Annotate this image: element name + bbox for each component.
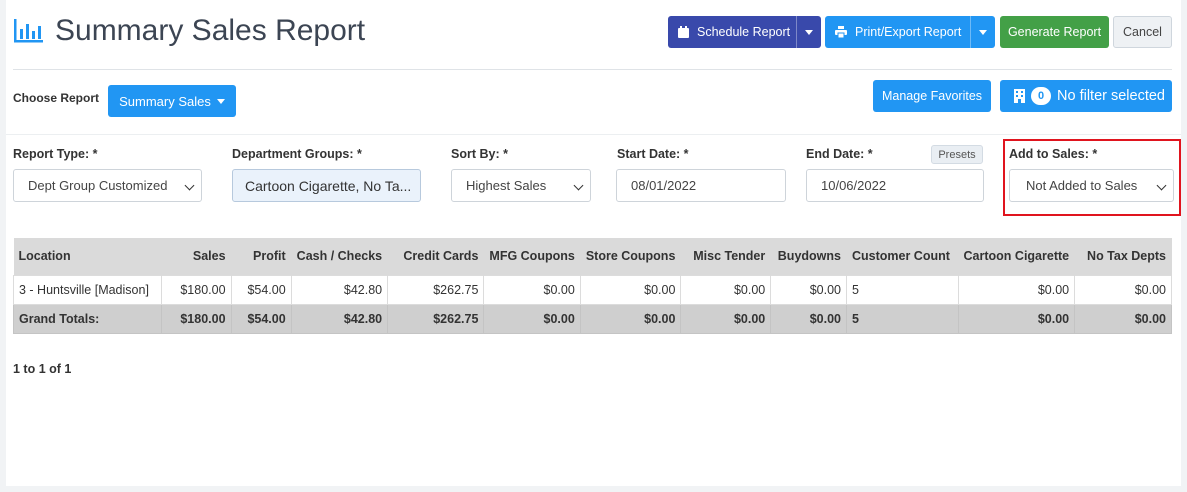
building-icon xyxy=(1014,89,1025,103)
print-export-button[interactable]: Print/Export Report xyxy=(825,16,995,48)
sort-by-label: Sort By: * xyxy=(451,147,508,161)
report-selector-label: Summary Sales xyxy=(119,93,211,109)
filter-divider xyxy=(6,134,1181,135)
chevron-down-icon xyxy=(184,180,195,191)
caret-down-icon xyxy=(979,29,987,35)
printer-icon xyxy=(835,26,847,38)
department-groups-select[interactable]: Cartoon Cigarette, No Ta... xyxy=(232,169,421,202)
department-groups-label: Department Groups: * xyxy=(232,147,362,161)
column-header[interactable]: Customer Count xyxy=(846,238,959,275)
total-cell: 5 xyxy=(845,303,959,334)
table-cell: $0.00 xyxy=(957,274,1076,305)
column-header[interactable]: Buydowns xyxy=(770,238,847,275)
filter-count-badge: 0 xyxy=(1031,87,1051,105)
table-cell: $0.00 xyxy=(1074,274,1172,305)
presets-button[interactable]: Presets xyxy=(931,145,983,164)
report-panel: Summary Sales Report Schedule Report Pri… xyxy=(6,0,1181,486)
grand-totals-row: Grand Totals: $180.00 $54.00 $42.80 $262.75 $… xyxy=(13,303,1172,334)
column-header[interactable]: Location xyxy=(13,238,162,275)
page-title: Summary Sales Report xyxy=(55,14,366,47)
department-groups-value: Cartoon Cigarette, No Ta... xyxy=(245,177,412,194)
cancel-button[interactable]: Cancel xyxy=(1113,16,1172,48)
generate-report-button[interactable]: Generate Report xyxy=(1000,16,1109,48)
bar-chart-icon xyxy=(14,19,43,43)
column-header[interactable]: Credit Cards xyxy=(387,238,485,275)
column-header[interactable]: Store Coupons xyxy=(580,238,682,275)
report-selector-button[interactable]: Summary Sales xyxy=(108,85,236,117)
print-export-dropdown[interactable] xyxy=(970,16,995,48)
table-cell: $180.00 xyxy=(160,274,232,305)
column-header[interactable]: MFG Coupons xyxy=(483,238,581,275)
column-header[interactable]: Sales xyxy=(161,238,232,275)
total-cell: $0.00 xyxy=(957,303,1076,334)
total-cell: $0.00 xyxy=(483,303,581,334)
start-date-input[interactable]: 08/01/2022 xyxy=(616,169,786,202)
total-cell: Grand Totals: xyxy=(13,303,162,334)
table-cell: $54.00 xyxy=(230,274,292,305)
column-header[interactable]: No Tax Depts xyxy=(1074,238,1172,275)
column-header[interactable]: Profit xyxy=(231,238,292,275)
start-date-value: 08/01/2022 xyxy=(631,178,697,193)
total-cell: $180.00 xyxy=(160,303,232,334)
schedule-report-label: Schedule Report xyxy=(697,25,791,39)
print-export-main[interactable]: Print/Export Report xyxy=(825,25,961,39)
schedule-report-main[interactable]: Schedule Report xyxy=(668,25,790,39)
total-cell: $262.75 xyxy=(387,303,485,334)
schedule-report-dropdown[interactable] xyxy=(796,16,821,48)
caret-down-icon xyxy=(805,29,813,35)
total-cell: $0.00 xyxy=(680,303,772,334)
report-type-value: Dept Group Customized xyxy=(28,178,168,193)
end-date-input[interactable]: 10/06/2022 xyxy=(806,169,984,202)
table-cell: $42.80 xyxy=(290,274,389,305)
column-header[interactable]: Misc Tender xyxy=(680,238,772,275)
table-row: 3 - Huntsville [Madison] $180.00 $54.00 $42… xyxy=(13,274,1172,305)
end-date-value: 10/06/2022 xyxy=(821,178,887,193)
table-header-row: Location Sales Profit Cash / Checks Credit C… xyxy=(13,238,1172,275)
total-cell: $0.00 xyxy=(579,303,682,334)
calendar-icon xyxy=(678,26,689,38)
sort-by-value: Highest Sales xyxy=(466,178,547,193)
total-cell: $54.00 xyxy=(230,303,292,334)
report-table: Location Sales Profit Cash / Checks Credit C… xyxy=(13,238,1172,334)
total-cell: $0.00 xyxy=(1074,303,1172,334)
choose-report-label: Choose Report xyxy=(13,91,100,105)
table-cell: 3 - Huntsville [Madison] xyxy=(13,274,162,305)
table-cell: $0.00 xyxy=(579,274,682,305)
column-header[interactable]: Cash / Checks xyxy=(291,238,389,275)
manage-favorites-button[interactable]: Manage Favorites xyxy=(873,80,991,112)
table-cell: $262.75 xyxy=(387,274,485,305)
table-cell: $0.00 xyxy=(483,274,581,305)
column-header[interactable]: Cartoon Cigarette xyxy=(958,238,1076,275)
pagination-info: 1 to 1 of 1 xyxy=(13,362,72,376)
header-divider xyxy=(13,69,1172,70)
filter-label: No filter selected xyxy=(1057,88,1165,104)
total-cell: $0.00 xyxy=(770,303,847,334)
report-type-label: Report Type: * xyxy=(13,147,98,161)
caret-down-icon xyxy=(216,98,225,104)
report-type-select[interactable]: Dept Group Customized xyxy=(13,169,202,202)
total-cell: $42.80 xyxy=(290,303,389,334)
end-date-label: End Date: * xyxy=(806,147,873,161)
table-cell: $0.00 xyxy=(680,274,772,305)
sort-by-select[interactable]: Highest Sales xyxy=(451,169,591,202)
table-cell: 5 xyxy=(845,274,959,305)
table-cell: $0.00 xyxy=(770,274,847,305)
highlight-box xyxy=(1003,139,1181,216)
filter-button[interactable]: 0 No filter selected xyxy=(1000,80,1172,112)
schedule-report-button[interactable]: Schedule Report xyxy=(668,16,821,48)
print-export-label: Print/Export Report xyxy=(855,25,962,39)
chevron-down-icon xyxy=(573,180,584,191)
start-date-label: Start Date: * xyxy=(617,147,689,161)
